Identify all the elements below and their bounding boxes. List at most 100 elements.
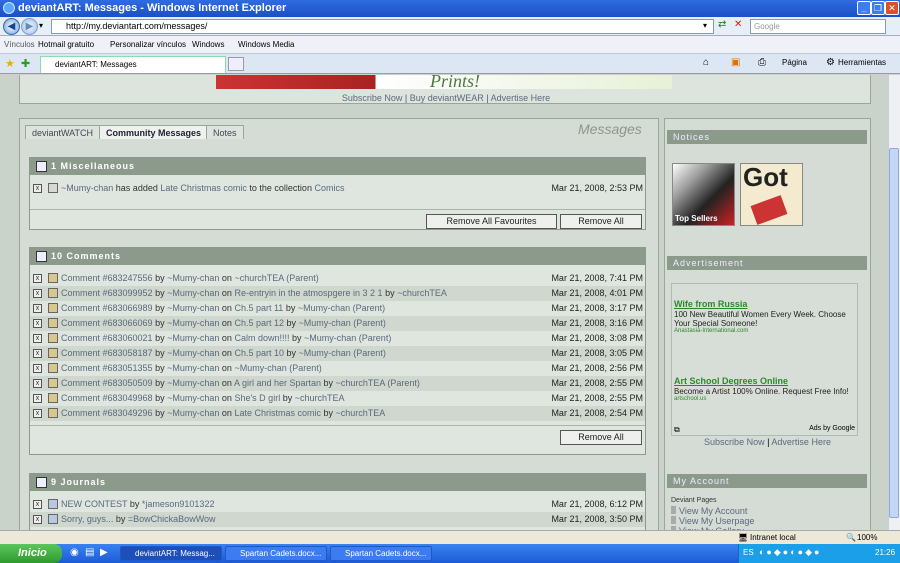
remove-x-icon[interactable]: x (33, 334, 42, 343)
target-link[interactable]: Calm down!!!! (234, 333, 289, 343)
target-link[interactable]: Ch.5 part 12 (234, 318, 284, 328)
target-user-link[interactable]: ~churchTEA (397, 288, 447, 298)
user-link[interactable]: ~Mumy-chan (167, 273, 219, 283)
stop-icon[interactable]: ✕ (734, 19, 742, 30)
ads-by-google[interactable]: Ads by Google (809, 425, 855, 432)
browser-tab-active[interactable]: deviantART: Messages (40, 56, 226, 73)
user-link[interactable]: ~Mumy-chan (167, 318, 219, 328)
target-user-link[interactable]: ~Mumy-chan (Parent) (299, 348, 386, 358)
link-windows[interactable]: Windows (192, 40, 224, 49)
ad-url-link[interactable]: artschool.us (674, 396, 706, 402)
target-link[interactable]: Ch.5 part 11 (234, 303, 283, 313)
target-user-link[interactable]: ~Mumy-chan (Parent) (298, 303, 385, 313)
print-icon[interactable]: ⎙ (758, 57, 766, 68)
buy-deviantwear-link[interactable]: Buy deviantWEAR (410, 93, 484, 103)
favorites-star-icon[interactable]: ★ (5, 57, 15, 70)
target-user-link[interactable]: ~Mumy-chan (Parent) (304, 333, 391, 343)
task-word-2[interactable]: Spartan Cadets.docx... (330, 546, 432, 561)
remove-x-icon[interactable]: x (33, 364, 42, 373)
remove-all-favourites-button[interactable]: Remove All Favourites (426, 214, 557, 229)
comment-link[interactable]: Comment #683060021 (61, 333, 153, 343)
target-link[interactable]: Re-entryin in the atmospgere in 3 2 1 (234, 288, 382, 298)
comment-link[interactable]: Comment #683066989 (61, 303, 153, 313)
tab-community-messages[interactable]: Community Messages (99, 125, 209, 139)
user-link[interactable]: ~Mumy-chan (167, 288, 219, 298)
zoom-icon[interactable]: 🔍 (846, 533, 856, 542)
target-user-link[interactable]: ~churchTEA (336, 408, 386, 418)
user-link[interactable]: ~Mumy-chan (61, 183, 113, 193)
search-input[interactable]: Google (750, 19, 886, 34)
link-windows-media[interactable]: Windows Media (238, 40, 294, 49)
remove-x-icon[interactable]: x (33, 274, 42, 283)
journal-title-link[interactable]: NEW CONTEST (61, 499, 127, 509)
start-button[interactable]: Inicio (0, 544, 62, 563)
user-link[interactable]: *jameson9101322 (142, 499, 215, 509)
tools-gear-icon[interactable]: ⚙ (826, 57, 835, 68)
tab-deviantwatch[interactable]: deviantWATCH (25, 125, 101, 139)
comment-link[interactable]: Comment #683099952 (61, 288, 153, 298)
target-user-link[interactable]: ~churchTEA (295, 393, 345, 403)
tray-icons[interactable]: ◐●◆●◐●◆● (759, 547, 821, 558)
ad-url-link[interactable]: Anastasia-International.com (674, 328, 748, 334)
language-indicator[interactable]: ES (743, 548, 754, 557)
minimize-button[interactable]: _ (857, 1, 871, 15)
remove-x-icon[interactable]: x (33, 500, 42, 509)
target-link[interactable]: Late Christmas comic (234, 408, 321, 418)
link-personalizar[interactable]: Personalizar vínculos (110, 40, 186, 49)
remove-x-icon[interactable]: x (33, 394, 42, 403)
task-ie[interactable]: deviantART: Messag... (120, 546, 222, 561)
quicklaunch-desktop-icon[interactable]: ▤ (85, 547, 94, 558)
subscribe-link[interactable]: Subscribe Now (342, 93, 403, 103)
comment-link[interactable]: Comment #683051355 (61, 363, 153, 373)
comment-link[interactable]: Comment #683058187 (61, 348, 153, 358)
subscribe-link[interactable]: Subscribe Now (704, 437, 765, 447)
scrollbar-thumb[interactable] (889, 148, 899, 518)
close-button[interactable]: ✕ (885, 1, 899, 15)
url-input[interactable]: http://my.deviantart.com/messages/ (51, 19, 714, 34)
target-link[interactable]: A girl and her Spartan (234, 378, 321, 388)
target-user-link[interactable]: ~churchTEA (Parent) (336, 378, 420, 388)
user-link[interactable]: ~Mumy-chan (167, 393, 219, 403)
comment-link[interactable]: Comment #683049968 (61, 393, 153, 403)
page-menu[interactable]: Página (782, 58, 807, 67)
quicklaunch-media-icon[interactable]: ▶ (100, 547, 108, 558)
remove-x-icon[interactable]: x (33, 319, 42, 328)
target-user-link[interactable]: ~Mumy-chan (Parent) (299, 318, 386, 328)
user-link[interactable]: ~Mumy-chan (167, 378, 219, 388)
task-word-1[interactable]: Spartan Cadets.docx... (225, 546, 327, 561)
maximize-button[interactable]: ❐ (871, 1, 885, 15)
advertise-link[interactable]: Advertise Here (771, 437, 831, 447)
remove-all-button[interactable]: Remove All (560, 214, 642, 229)
comment-link[interactable]: Comment #683247556 (61, 273, 153, 283)
comment-link[interactable]: Comment #683050509 (61, 378, 153, 388)
target-link[interactable]: ~Mumy-chan (Parent) (234, 363, 321, 373)
ad-title-link[interactable]: Art School Degrees Online (674, 376, 788, 386)
target-link[interactable]: She's D girl (234, 393, 280, 403)
view-account-link[interactable]: View My Account (679, 506, 747, 516)
remove-x-icon[interactable]: x (33, 409, 42, 418)
remove-x-icon[interactable]: x (33, 379, 42, 388)
journal-title-link[interactable]: Sorry, guys... (61, 514, 113, 524)
item-link[interactable]: Late Christmas comic (160, 183, 247, 193)
user-link[interactable]: =BowChickaBowWow (128, 514, 216, 524)
ad-info-icon[interactable]: ⧉ (674, 425, 680, 435)
history-dropdown-icon[interactable]: ▾ (39, 21, 43, 30)
feeds-icon[interactable]: ▣ (731, 57, 740, 68)
remove-x-icon[interactable]: x (33, 349, 42, 358)
top-sellers-thumbnail[interactable]: Top Sellers (672, 163, 735, 226)
refresh-icon[interactable]: ⇄ (718, 19, 726, 30)
link-hotmail[interactable]: Hotmail gratuito (38, 40, 94, 49)
user-link[interactable]: ~Mumy-chan (167, 348, 219, 358)
comment-link[interactable]: Comment #683049296 (61, 408, 153, 418)
prints-banner[interactable]: Prints! (216, 71, 672, 91)
back-button[interactable]: ◀ (3, 18, 20, 35)
comment-link[interactable]: Comment #683066069 (61, 318, 153, 328)
advertise-link[interactable]: Advertise Here (491, 93, 551, 103)
user-link[interactable]: ~Mumy-chan (167, 303, 219, 313)
ad-title-link[interactable]: Wife from Russia (674, 299, 747, 309)
user-link[interactable]: ~Mumy-chan (167, 363, 219, 373)
collection-link[interactable]: Comics (314, 183, 344, 193)
target-link[interactable]: ~churchTEA (Parent) (234, 273, 318, 283)
tools-menu[interactable]: Herramientas (838, 58, 886, 67)
tab-notes[interactable]: Notes (206, 125, 244, 139)
